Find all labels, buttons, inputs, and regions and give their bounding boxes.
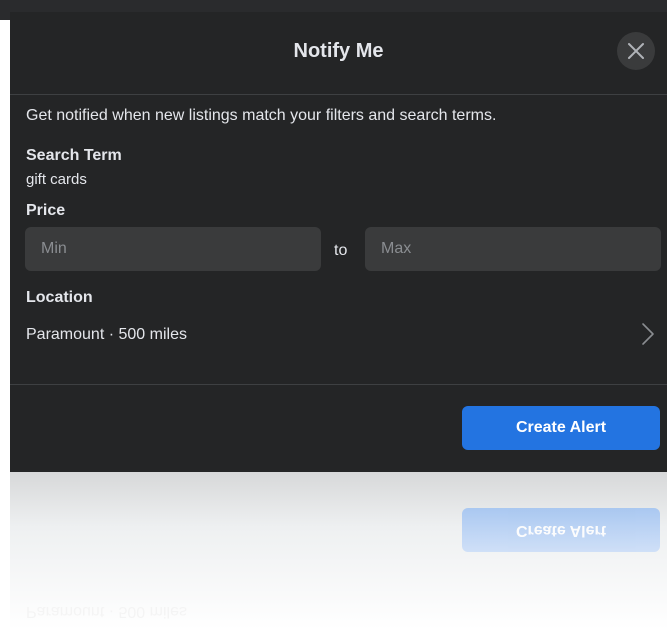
search-term-value: gift cards [26,171,87,188]
search-term-label: Search Term [26,147,122,164]
create-alert-button[interactable]: Create Alert [462,406,660,450]
notify-me-dialog: Notify Me Get notified when new listings… [10,12,667,472]
reflected-location-value: Paramount · 500 miles [26,603,187,620]
price-to-text: to [334,242,348,259]
dialog-title: Notify Me [293,40,384,62]
location-value: Paramount · 500 miles [26,326,187,343]
dialog-description: Get notified when new listings match you… [26,107,497,124]
dialog-reflection: Create Alert Paramount · 500 miles [10,472,667,630]
price-label: Price [26,202,66,219]
reflected-create-alert-button: Create Alert [462,508,660,552]
location-selector[interactable]: Paramount · 500 miles [10,310,667,362]
location-label: Location [26,289,93,306]
page: Notify Me Get notified when new listings… [0,0,667,630]
dialog-header: Notify Me [10,12,667,95]
price-max-input[interactable] [365,227,661,271]
footer-divider [10,384,667,385]
price-min-input[interactable] [25,227,321,271]
close-icon [628,43,644,59]
chevron-right-icon [642,323,654,345]
close-button[interactable] [617,32,655,70]
